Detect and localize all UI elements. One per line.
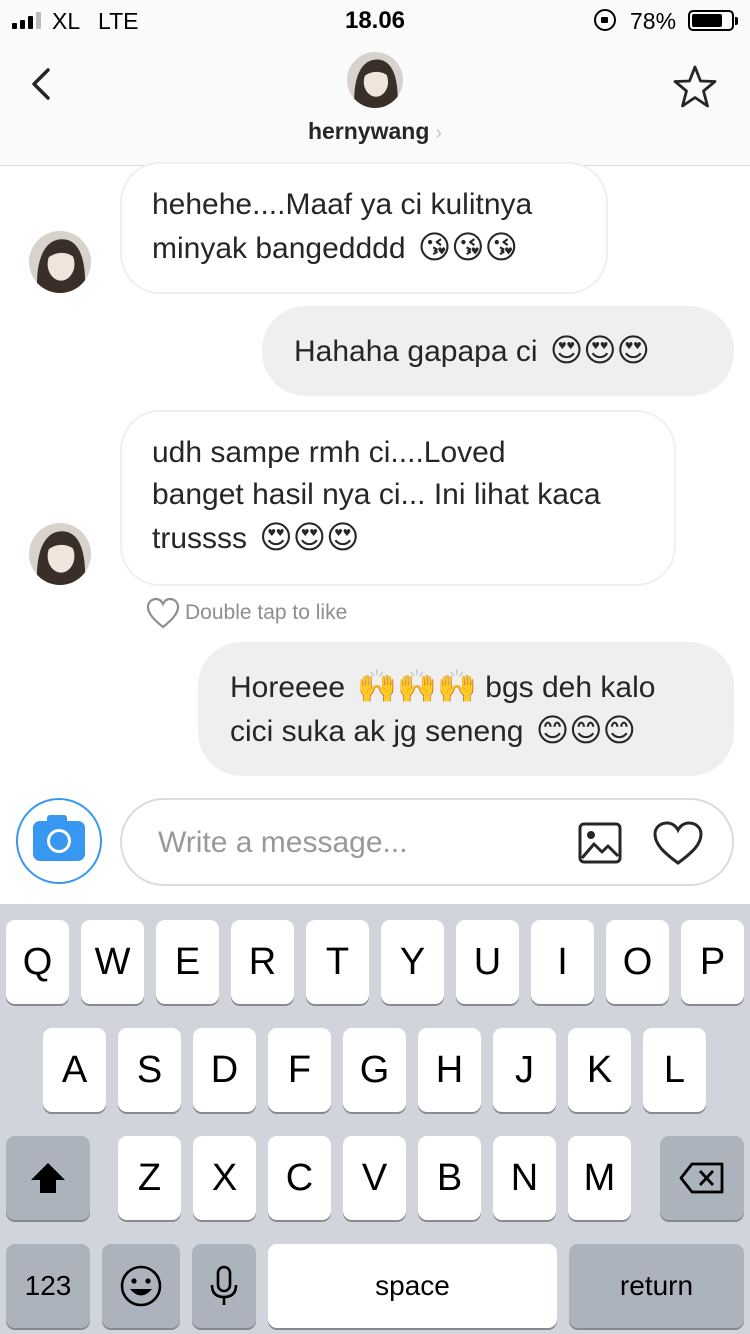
chevron-left-icon[interactable] <box>24 64 64 104</box>
key-u[interactable]: U <box>456 920 519 1004</box>
key-x[interactable]: X <box>193 1136 256 1220</box>
message-text: udh sampe rmh ci....Loved <box>152 436 506 469</box>
numbers-key[interactable]: 123 <box>6 1244 90 1328</box>
camera-icon <box>33 815 85 861</box>
kiss-emoji: 😘😘😘 <box>417 228 518 266</box>
key-g[interactable]: G <box>343 1028 406 1112</box>
heart-eyes-emoji: 😍😍😍 <box>549 331 650 369</box>
message-text: Horeeee <box>230 671 346 704</box>
star-icon[interactable] <box>672 64 718 110</box>
key-f[interactable]: F <box>268 1028 331 1112</box>
message-bubble-outgoing[interactable]: Horeeee 🙌🙌🙌 bgs deh kalo cici suka ak jg… <box>198 642 734 776</box>
avatar[interactable] <box>347 52 403 108</box>
message-text: banget hasil nya ci... Ini lihat kaca <box>152 478 601 511</box>
key-r[interactable]: R <box>231 920 294 1004</box>
camera-button[interactable] <box>16 798 102 884</box>
hint-text: Double tap to like <box>185 601 348 624</box>
message-text: hehehe....Maaf ya ci kulitnya <box>152 188 533 221</box>
message-input[interactable] <box>158 818 558 868</box>
chevron-right-icon: › <box>435 122 443 144</box>
key-q[interactable]: Q <box>6 920 69 1004</box>
key-t[interactable]: T <box>306 920 369 1004</box>
key-k[interactable]: K <box>568 1028 631 1112</box>
double-tap-hint[interactable]: Double tap to like <box>145 596 347 630</box>
key-z[interactable]: Z <box>118 1136 181 1220</box>
chat-header: hernywang › <box>0 40 750 166</box>
key-e[interactable]: E <box>156 920 219 1004</box>
space-key[interactable]: space <box>268 1244 557 1328</box>
rotation-lock-icon <box>594 9 616 31</box>
key-h[interactable]: H <box>418 1028 481 1112</box>
key-d[interactable]: D <box>193 1028 256 1112</box>
message-bubble-incoming[interactable]: hehehe....Maaf ya ci kulitnya minyak ban… <box>120 162 608 294</box>
battery-icon <box>688 10 738 31</box>
key-c[interactable]: C <box>268 1136 331 1220</box>
key-b[interactable]: B <box>418 1136 481 1220</box>
key-i[interactable]: I <box>531 920 594 1004</box>
heart-outline-icon <box>146 597 180 629</box>
key-y[interactable]: Y <box>381 920 444 1004</box>
status-bar: XL LTE 18.06 78% <box>0 0 750 40</box>
message-text: Hahaha gapapa ci <box>294 335 538 368</box>
message-text: cici suka ak jg seneng <box>230 715 524 748</box>
return-key[interactable]: return <box>569 1244 744 1328</box>
key-m[interactable]: M <box>568 1136 631 1220</box>
heart-icon[interactable] <box>652 820 704 866</box>
microphone-icon <box>210 1265 238 1305</box>
key-w[interactable]: W <box>81 920 144 1004</box>
key-j[interactable]: J <box>493 1028 556 1112</box>
message-composer <box>120 798 734 886</box>
message-text: trussss <box>152 522 248 555</box>
emoji-key[interactable] <box>102 1244 180 1328</box>
gallery-icon[interactable] <box>578 822 622 864</box>
battery-percent: 78% <box>630 8 677 34</box>
message-bubble-outgoing[interactable]: Hahaha gapapa ci 😍😍😍 <box>262 306 734 396</box>
raised-hands-emoji: 🙌🙌🙌 <box>357 667 477 705</box>
heart-eyes-emoji: 😍😍😍 <box>259 518 360 556</box>
key-p[interactable]: P <box>681 920 744 1004</box>
message-text: minyak bangedddd <box>152 232 406 265</box>
key-v[interactable]: V <box>343 1136 406 1220</box>
keyboard: Q W E R T Y U I O P A S D F G H J K L Z … <box>0 904 750 1334</box>
shift-icon <box>31 1163 65 1193</box>
shift-key[interactable] <box>6 1136 90 1220</box>
message-text: bgs deh kalo <box>485 671 656 704</box>
backspace-icon <box>679 1162 724 1194</box>
key-o[interactable]: O <box>606 920 669 1004</box>
key-a[interactable]: A <box>43 1028 106 1112</box>
chat-username[interactable]: hernywang › <box>0 118 750 145</box>
smiling-emoji: 😊😊😊 <box>535 711 636 749</box>
dictation-key[interactable] <box>192 1244 256 1328</box>
message-bubble-incoming[interactable]: udh sampe rmh ci....Loved banget hasil n… <box>120 410 676 586</box>
delete-key[interactable] <box>660 1136 744 1220</box>
key-s[interactable]: S <box>118 1028 181 1112</box>
smiley-icon <box>120 1265 162 1307</box>
key-n[interactable]: N <box>493 1136 556 1220</box>
avatar[interactable] <box>29 231 91 293</box>
avatar[interactable] <box>29 523 91 585</box>
key-l[interactable]: L <box>643 1028 706 1112</box>
